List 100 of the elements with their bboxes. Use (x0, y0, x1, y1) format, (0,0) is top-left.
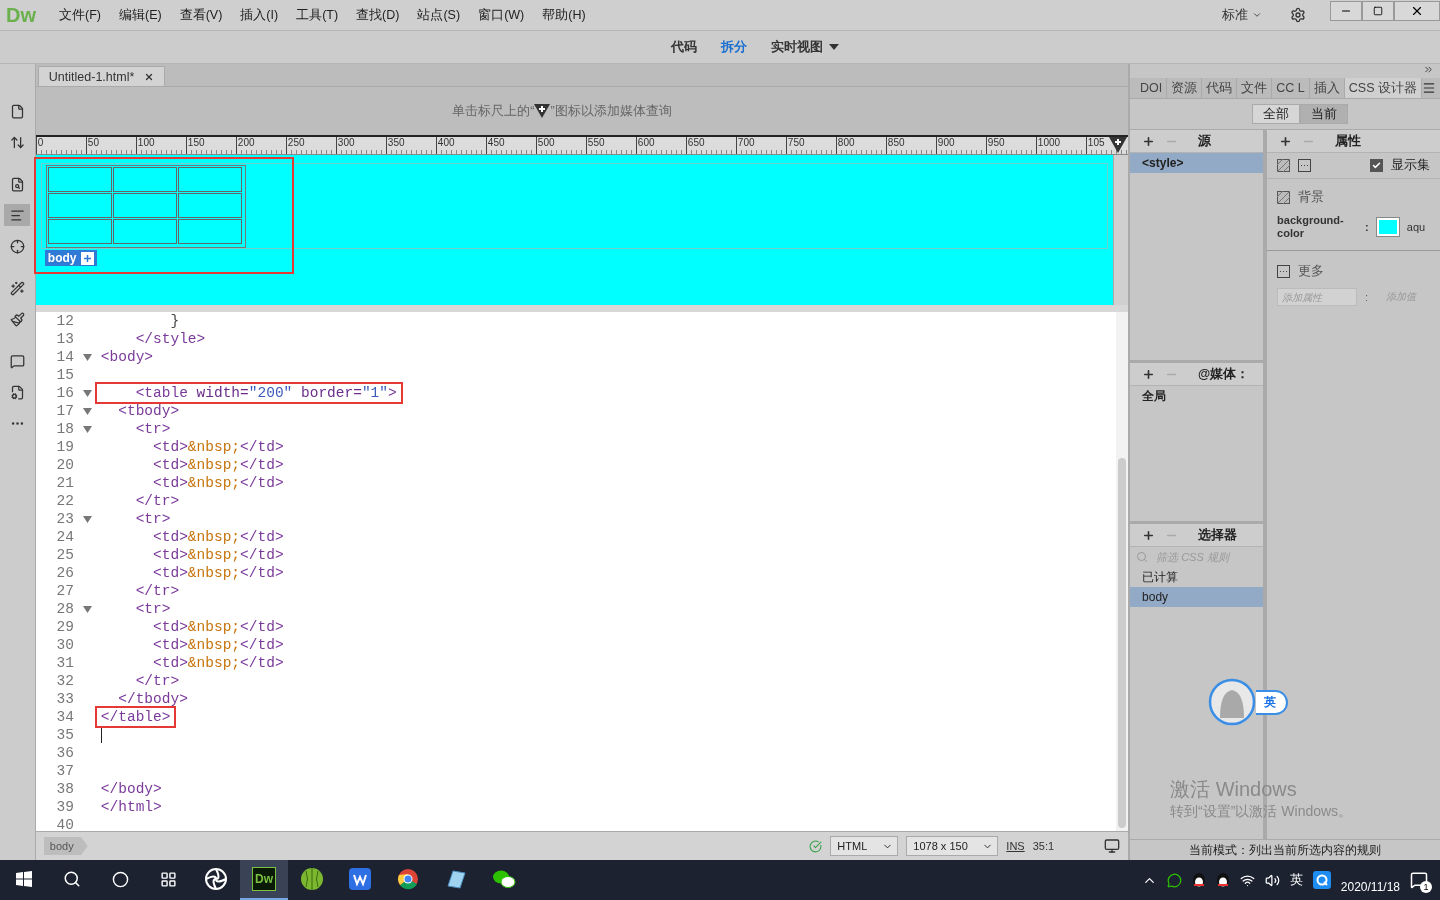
table-cell (177, 167, 242, 192)
code-line: } (169, 313, 181, 329)
scrollbar-thumb[interactable] (1118, 458, 1127, 828)
line-number: 37 (55, 763, 75, 779)
plus-icon[interactable] (1142, 134, 1156, 148)
wps-icon (349, 868, 371, 890)
menu-icon[interactable] (1422, 81, 1436, 95)
document-tab[interactable]: Untitled-1.html* (37, 66, 166, 86)
more-icon (1277, 265, 1291, 278)
check-icon (809, 839, 823, 853)
section-title: 选择器 (1198, 526, 1238, 544)
input-language[interactable]: 英 (1289, 871, 1303, 889)
network-icon[interactable] (1239, 872, 1255, 888)
code-line: <td>&nbsp;</td> (152, 457, 285, 473)
size-select[interactable]: 1078 x 150 (906, 836, 999, 856)
striped-ball-icon (300, 867, 324, 891)
fold-icon[interactable] (83, 515, 93, 523)
more-icon[interactable] (1298, 159, 1312, 172)
menu-item[interactable]: 查看(V) (170, 6, 232, 24)
panel-tab[interactable]: 代码 (1202, 78, 1238, 98)
plus-icon[interactable] (1142, 528, 1156, 542)
panel-tab[interactable]: DOI (1136, 78, 1168, 98)
menu-item[interactable]: 站点(S) (408, 6, 470, 24)
section-title: 属性 (1335, 132, 1362, 150)
code-line: </tbody> (117, 691, 189, 707)
fold-icon[interactable] (83, 605, 93, 613)
code-line: <td>&nbsp;</td> (152, 547, 285, 563)
checkbox[interactable] (1370, 159, 1383, 172)
menu-item[interactable]: 编辑(E) (109, 6, 171, 24)
table-cell (112, 193, 177, 218)
scrollbar[interactable] (1112, 155, 1129, 305)
menu-item[interactable]: 窗口(W) (469, 6, 534, 24)
list-item[interactable]: 已计算 (1130, 567, 1264, 587)
collapse-icon[interactable] (1423, 64, 1434, 75)
code-line: </style> (134, 331, 207, 347)
notification-icon (1410, 871, 1428, 889)
view-tab[interactable]: 代码 (661, 38, 707, 56)
code-line: <td>&nbsp;</td> (152, 637, 285, 653)
line-number: 25 (55, 547, 75, 563)
table-cell (47, 167, 112, 192)
line-number: 34 (55, 709, 75, 725)
code-line: <td>&nbsp;</td> (152, 475, 285, 491)
list-item[interactable]: <style> (1130, 153, 1264, 173)
notification-button[interactable]: 1 (1410, 871, 1428, 889)
penguin-icon[interactable] (1215, 872, 1230, 888)
code-line: </html> (99, 799, 163, 815)
scope-button[interactable]: 全部 (1252, 104, 1301, 124)
menu-item[interactable]: 帮助(H) (533, 6, 595, 24)
q-app-icon[interactable] (1312, 871, 1331, 889)
menu-item[interactable]: 插入(I) (231, 6, 288, 24)
menu-item[interactable]: 工具(T) (287, 6, 348, 24)
close-button[interactable] (1394, 1, 1440, 21)
taskbar-app[interactable]: Dw (240, 860, 288, 900)
table-cell (177, 219, 242, 244)
line-number: 13 (55, 331, 75, 347)
panel-tab[interactable]: CC L (1272, 78, 1310, 98)
code-line: <tbody> (117, 403, 181, 419)
menu-item[interactable]: 文件(F) (50, 6, 110, 24)
penguin-icon[interactable] (1191, 872, 1206, 888)
workspace-switcher[interactable]: 标准 (1212, 6, 1252, 24)
code-line: </tr> (134, 493, 181, 509)
restore-button[interactable] (1362, 1, 1394, 21)
line-number: 36 (55, 745, 75, 761)
volume-icon[interactable] (1264, 872, 1280, 888)
color-swatch[interactable] (1376, 218, 1399, 236)
line-number: 38 (55, 781, 75, 797)
avatar[interactable] (1208, 678, 1257, 726)
chat-icon[interactable] (1166, 872, 1182, 888)
fold-icon[interactable] (83, 353, 93, 361)
list-item[interactable]: 全局 (1130, 386, 1264, 406)
tag-breadcrumb[interactable]: body (43, 837, 88, 855)
caret-icon[interactable] (1252, 10, 1262, 20)
code-line: <tr> (134, 601, 172, 617)
element-tag[interactable]: body (44, 250, 97, 266)
scope-button[interactable]: 当前 (1300, 104, 1349, 124)
settings-icon[interactable] (1290, 7, 1306, 23)
plus-icon[interactable] (1142, 367, 1156, 381)
language-select[interactable]: HTML (830, 836, 899, 856)
close-icon[interactable] (144, 71, 155, 82)
preview-icon[interactable] (1104, 838, 1121, 854)
hatched-square-icon[interactable] (1277, 159, 1291, 172)
panel-tab[interactable]: 文件 (1237, 78, 1273, 98)
plus-icon[interactable] (80, 251, 94, 265)
clock-date[interactable]: 2020/11/18 (1340, 866, 1400, 894)
minimize-button[interactable] (1330, 1, 1362, 21)
media-query-marker-icon[interactable] (1108, 137, 1129, 154)
panel-tab[interactable]: 资源 (1167, 78, 1203, 98)
wechat-icon (492, 868, 516, 890)
plus-icon[interactable] (1279, 134, 1293, 148)
view-tab[interactable]: 实时视图 (761, 38, 849, 56)
list-item[interactable]: body (1130, 587, 1264, 607)
line-number: 15 (55, 367, 75, 383)
menu-item[interactable]: 查找(D) (347, 6, 409, 24)
colon: : (1365, 291, 1369, 303)
panel-tab[interactable]: 插入 (1309, 78, 1345, 98)
outline-icon[interactable] (4, 204, 31, 226)
table-cell (177, 193, 242, 218)
ime-language[interactable]: 英 (1256, 689, 1289, 715)
panel-tab[interactable]: CSS 设计器 (1344, 78, 1422, 98)
line-number: 22 (55, 493, 75, 509)
